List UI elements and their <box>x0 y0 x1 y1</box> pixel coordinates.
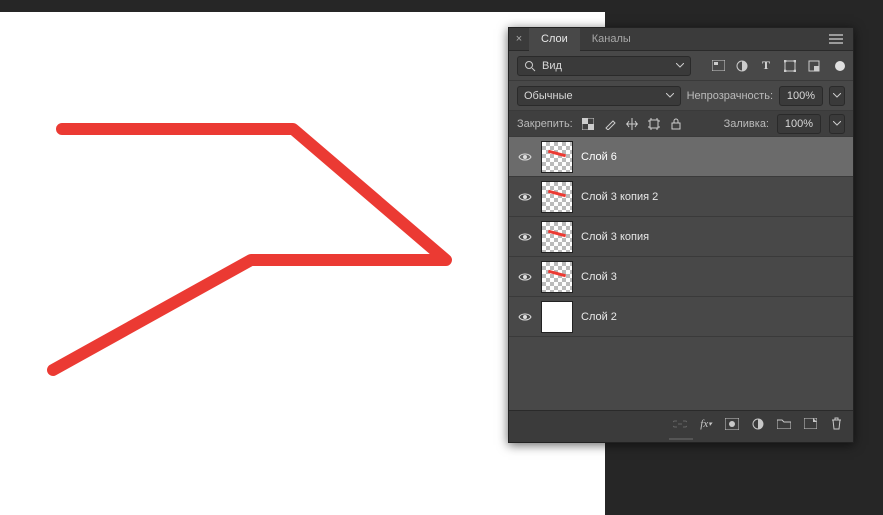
chevron-down-icon <box>676 63 684 68</box>
layer-name[interactable]: Слой 3 <box>581 271 617 283</box>
link-layers-icon[interactable] <box>673 417 687 431</box>
panel-menu-icon[interactable] <box>829 34 853 44</box>
new-layer-icon[interactable] <box>803 417 817 431</box>
layer-thumbnail[interactable] <box>541 301 573 333</box>
lock-pixels-icon[interactable] <box>603 117 617 131</box>
visibility-eye-icon[interactable] <box>517 232 533 242</box>
visibility-eye-icon[interactable] <box>517 152 533 162</box>
filter-label: Вид <box>542 60 562 72</box>
visibility-eye-icon[interactable] <box>517 312 533 322</box>
fill-value[interactable]: 100% <box>777 114 821 134</box>
opacity-value[interactable]: 100% <box>779 86 823 106</box>
layer-name[interactable]: Слой 2 <box>581 311 617 323</box>
layer-row[interactable]: Слой 3 <box>509 257 853 297</box>
layers-panel: × СлоиКаналы Вид T Обычные Непрозрачност… <box>508 27 854 443</box>
fill-slider-toggle[interactable] <box>829 114 845 134</box>
filter-pixel-icon[interactable] <box>711 59 725 73</box>
layer-thumbnail[interactable] <box>541 261 573 293</box>
layer-filter-select[interactable]: Вид <box>517 56 691 76</box>
layer-thumbnail[interactable] <box>541 181 573 213</box>
lock-all-icon[interactable] <box>669 117 683 131</box>
resize-handle[interactable] <box>509 436 853 442</box>
opacity-label: Непрозрачность: <box>687 90 773 102</box>
layer-thumbnail[interactable] <box>541 141 573 173</box>
tab-layers[interactable]: Слои <box>529 28 580 51</box>
filter-type-icon[interactable]: T <box>759 59 773 73</box>
filter-smartobject-icon[interactable] <box>807 59 821 73</box>
layer-mask-icon[interactable] <box>725 417 739 431</box>
filter-adjustment-icon[interactable] <box>735 59 749 73</box>
lock-label: Закрепить: <box>517 118 573 130</box>
layer-style-icon[interactable]: fx▾ <box>699 417 713 431</box>
lock-transparency-icon[interactable] <box>581 117 595 131</box>
group-icon[interactable] <box>777 417 791 431</box>
blend-mode-select[interactable]: Обычные <box>517 86 681 106</box>
lock-artboard-icon[interactable] <box>647 117 661 131</box>
tab-channels[interactable]: Каналы <box>580 28 643 51</box>
opacity-slider-toggle[interactable] <box>829 86 845 106</box>
fill-label: Заливка: <box>724 118 769 130</box>
layer-row[interactable]: Слой 2 <box>509 297 853 337</box>
layer-name[interactable]: Слой 3 копия 2 <box>581 191 658 203</box>
lock-position-icon[interactable] <box>625 117 639 131</box>
layer-row[interactable]: Слой 3 копия <box>509 217 853 257</box>
layer-name[interactable]: Слой 3 копия <box>581 231 649 243</box>
filter-shape-icon[interactable] <box>783 59 797 73</box>
layer-row[interactable]: Слой 3 копия 2 <box>509 177 853 217</box>
layer-name[interactable]: Слой 6 <box>581 151 617 163</box>
layer-row[interactable]: Слой 6 <box>509 137 853 177</box>
layer-thumbnail[interactable] <box>541 221 573 253</box>
search-icon <box>524 60 536 72</box>
blend-mode-label: Обычные <box>524 90 573 102</box>
chevron-down-icon <box>666 93 674 98</box>
adjustment-layer-icon[interactable] <box>751 417 765 431</box>
trash-icon[interactable] <box>829 417 843 431</box>
close-icon[interactable]: × <box>509 33 529 45</box>
visibility-eye-icon[interactable] <box>517 192 533 202</box>
filter-toggle-switch[interactable] <box>835 61 845 71</box>
panel-footer: fx▾ <box>509 410 853 436</box>
visibility-eye-icon[interactable] <box>517 272 533 282</box>
